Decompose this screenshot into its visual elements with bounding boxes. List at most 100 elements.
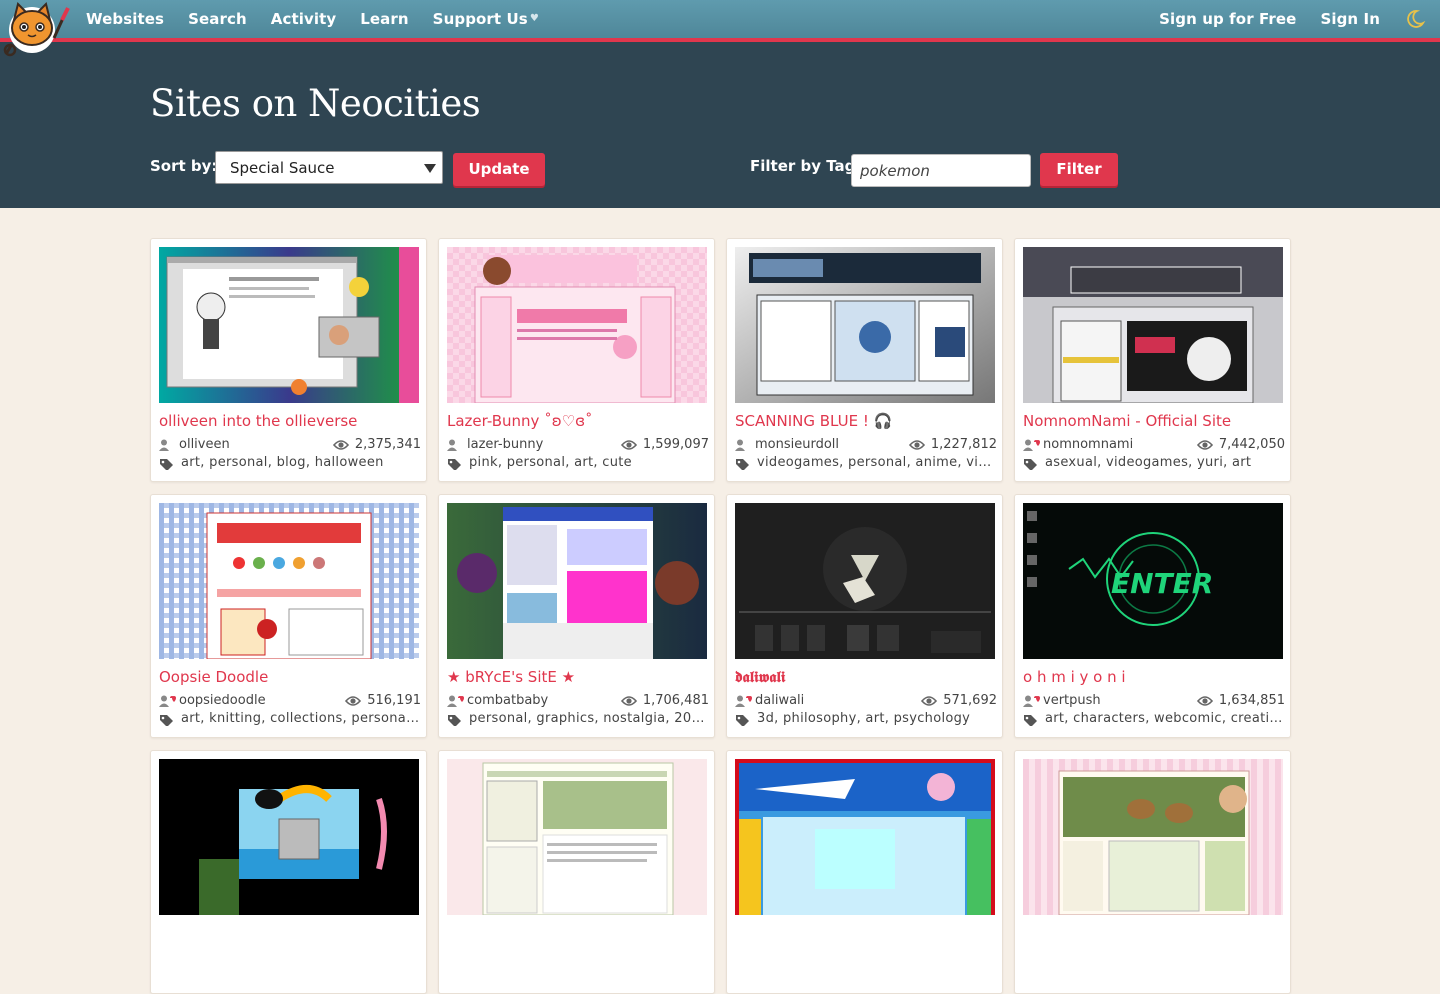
site-screenshot[interactable] [1023,759,1283,915]
site-screenshot[interactable] [447,759,707,915]
eye-icon [909,440,925,450]
site-card: Lazer-Bunny ˚ʚ♡ɞ˚ lazer-bunny 1,599,097 pin… [438,238,715,482]
site-title-link[interactable]: SCANNING BLUE ! 🎧 [735,412,997,430]
svg-text:ENTER: ENTER [1111,567,1213,600]
site-card: NomnomNami - Official Site nomnomnami 7,44… [1014,238,1291,482]
tag-icon [160,715,173,726]
site-tags-text[interactable]: pink, personal, art, cute [469,455,632,470]
site-view-count: 7,442,050 [1218,437,1285,452]
update-button[interactable]: Update [453,153,545,186]
top-nav: Websites Search Activity Learn Support U… [0,0,1440,57]
site-username-link[interactable]: vertpush [1043,693,1101,708]
site-tags-text[interactable]: personal, graphics, nostalgia, 2000s… [469,711,709,726]
site-card: ENTER o h m i y o n i vertpush 1,634,851 art… [1014,494,1291,738]
site-tags-text[interactable]: art, characters, webcomic, creative, f… [1045,711,1285,726]
user-icon [159,439,169,451]
tag-icon [1024,715,1037,726]
site-view-count: 1,599,097 [642,437,709,452]
site-view-count: 2,375,341 [354,437,421,452]
chevron-down-icon [424,164,436,173]
site-meta: oopsiedoodle 516,191 [159,693,421,711]
site-meta: vertpush 1,634,851 [1023,693,1285,711]
site-card: Oopsie Doodle oopsiedoodle 516,191 art, kni… [150,494,427,738]
tag-filter-input[interactable] [851,154,1031,187]
site-meta: nomnomnami 7,442,050 [1023,437,1285,455]
site-screenshot[interactable] [159,759,419,915]
sort-select[interactable]: Special Sauce [215,151,443,184]
eye-icon [333,440,349,450]
moon-icon[interactable] [1404,8,1426,30]
nav-websites[interactable]: Websites [86,10,164,28]
eye-icon [1197,696,1213,706]
site-username-link[interactable]: nomnomnami [1043,437,1133,452]
site-view-count: 1,634,851 [1218,693,1285,708]
site-card: SCANNING BLUE ! 🎧 monsieurdoll 1,227,812 vi… [726,238,1003,482]
eye-icon [621,440,637,450]
tag-icon [448,459,461,470]
site-card [438,750,715,994]
site-title-link[interactable]: Oopsie Doodle [159,668,421,686]
site-tags-text[interactable]: asexual, videogames, yuri, art [1045,455,1251,470]
site-title-link[interactable]: ★ bRYcE's SitE ★ [447,668,709,686]
site-screenshot[interactable]: ENTER [1023,503,1283,659]
site-title-link[interactable]: Lazer-Bunny ˚ʚ♡ɞ˚ [447,412,709,430]
site-title-link[interactable]: o h m i y o n i [1023,668,1285,686]
site-card [150,750,427,994]
site-tags: art, personal, blog, halloween [159,455,421,470]
filter-tag-label: Filter by Tag: [750,157,862,175]
sign-up-link[interactable]: Sign up for Free [1159,10,1296,28]
site-tags-text[interactable]: art, knitting, collections, personal, b… [181,711,421,726]
sort-select-value: Special Sauce [230,159,335,177]
site-meta: daliwali 571,692 [735,693,997,711]
site-title-link[interactable]: 𝖉𝖆𝖑𝖎𝖜𝖆𝖑𝖎 [735,668,997,686]
site-tags-text[interactable]: 3d, philosophy, art, psychology [757,711,970,726]
nav-search[interactable]: Search [188,10,247,28]
supporter-user-icon [735,695,752,707]
site-username-link[interactable]: monsieurdoll [755,437,839,452]
site-tags-text[interactable]: videogames, personal, anime, visual… [757,455,997,470]
site-meta: monsieurdoll 1,227,812 [735,437,997,455]
site-screenshot[interactable] [735,759,995,915]
site-username-link[interactable]: lazer-bunny [467,437,543,452]
site-screenshot[interactable] [735,247,995,403]
site-tags-text[interactable]: art, personal, blog, halloween [181,455,384,470]
site-username-link[interactable]: oopsiedoodle [179,693,266,708]
filter-button[interactable]: Filter [1040,153,1118,186]
site-view-count: 571,692 [943,693,997,708]
supporter-user-icon [447,695,464,707]
site-card: ★ bRYcE's SitE ★ combatbaby 1,706,481 perso… [438,494,715,738]
site-username-link[interactable]: olliveen [179,437,230,452]
neocities-cat-logo[interactable] [2,0,72,58]
eye-icon [921,696,937,706]
nav-activity[interactable]: Activity [271,10,336,28]
tag-icon [736,459,749,470]
tag-icon [736,715,749,726]
supporter-user-icon [1023,439,1040,451]
site-screenshot[interactable] [159,247,419,403]
site-screenshot[interactable] [735,503,995,659]
nav-learn[interactable]: Learn [360,10,408,28]
nav-support-us[interactable]: Support Us ♥ [433,10,539,28]
sort-label: Sort by: [150,157,218,175]
site-screenshot[interactable] [447,247,707,403]
user-icon [447,439,457,451]
site-screenshot[interactable] [1023,247,1283,403]
site-meta: lazer-bunny 1,599,097 [447,437,709,455]
site-title-link[interactable]: olliveen into the ollieverse [159,412,421,430]
site-card [1014,750,1291,994]
nav-links: Websites Search Activity Learn Support U… [86,0,563,38]
sign-in-link[interactable]: Sign In [1320,10,1380,28]
site-title-link[interactable]: NomnomNami - Official Site [1023,412,1285,430]
site-screenshot[interactable] [159,503,419,659]
site-tags: personal, graphics, nostalgia, 2000s… [447,711,709,726]
site-meta: olliveen 2,375,341 [159,437,421,455]
site-username-link[interactable]: daliwali [755,693,804,708]
eye-icon [345,696,361,706]
site-card [726,750,1003,994]
site-view-count: 516,191 [367,693,421,708]
site-tags: 3d, philosophy, art, psychology [735,711,997,726]
site-screenshot[interactable] [447,503,707,659]
nav-right: Sign up for Free Sign In [1159,0,1440,38]
eye-icon [621,696,637,706]
site-username-link[interactable]: combatbaby [467,693,548,708]
